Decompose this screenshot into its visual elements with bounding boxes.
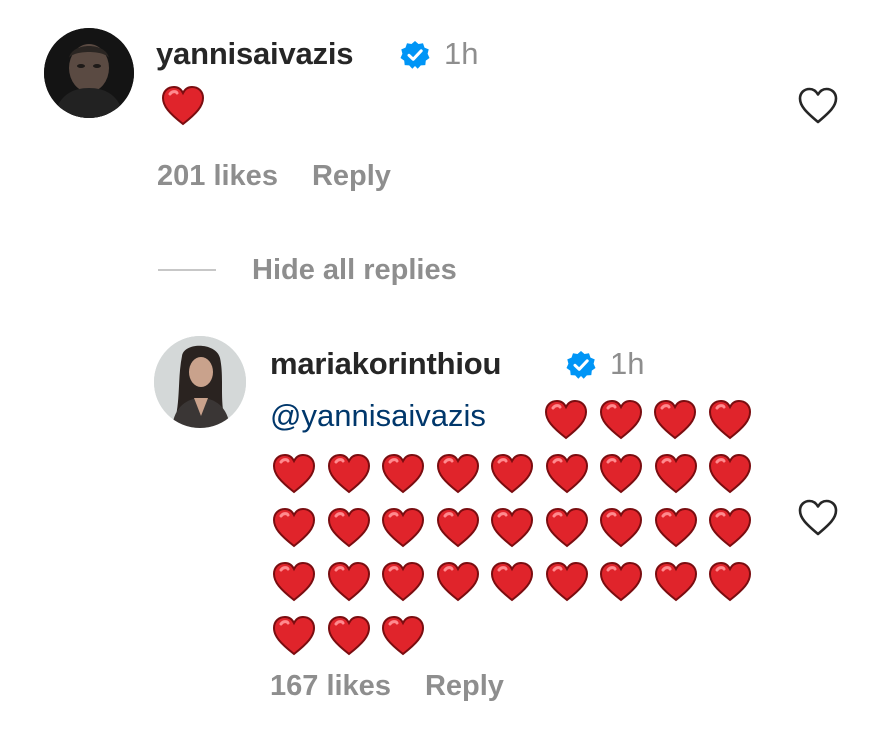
red-heart-emoji: [654, 508, 698, 548]
red-heart-emoji: [381, 454, 425, 494]
verified-badge-icon: [400, 40, 430, 70]
red-heart-emoji: [490, 508, 534, 548]
red-heart-emoji: [708, 562, 752, 602]
avatar-mariakorinthiou[interactable]: [154, 336, 246, 428]
like-comment-heart-icon[interactable]: [797, 86, 839, 126]
red-heart-emoji: [599, 454, 643, 494]
comment: yannisaivazis 1h 201 likes Reply: [0, 0, 880, 220]
red-heart-emoji: [327, 616, 371, 656]
red-heart-emoji: [161, 86, 205, 126]
reply-like-count[interactable]: 167 likes: [270, 670, 391, 702]
red-heart-emoji: [544, 400, 588, 440]
red-heart-emoji: [654, 454, 698, 494]
hide-replies-button[interactable]: Hide all replies: [158, 253, 457, 287]
red-heart-emoji: [654, 562, 698, 602]
hide-replies-line: [158, 269, 216, 271]
hide-replies-label: Hide all replies: [252, 253, 457, 286]
reply-reply-button[interactable]: Reply: [425, 670, 504, 702]
comment-meta: 201 likes Reply: [157, 160, 425, 193]
red-heart-emoji: [436, 454, 480, 494]
like-reply-heart-icon[interactable]: [797, 498, 839, 538]
comment-like-count[interactable]: 201 likes: [157, 160, 278, 192]
avatar-yannisaivazis[interactable]: [44, 28, 134, 118]
avatar-image: [154, 336, 246, 428]
red-heart-emoji: [490, 454, 534, 494]
red-heart-emoji: [272, 508, 316, 548]
red-heart-emoji: [327, 454, 371, 494]
reply-meta: 167 likes Reply: [270, 670, 538, 703]
red-heart-emoji: [599, 508, 643, 548]
red-heart-emoji: [545, 508, 589, 548]
red-heart-emoji: [272, 454, 316, 494]
red-heart-emoji: [436, 508, 480, 548]
reply-username[interactable]: mariakorinthiou: [270, 346, 501, 382]
comment-reply-button[interactable]: Reply: [312, 160, 391, 192]
red-heart-emoji: [653, 400, 697, 440]
red-heart-emoji: [381, 508, 425, 548]
red-heart-emoji: [327, 562, 371, 602]
red-heart-emoji: [599, 400, 643, 440]
verified-badge-icon: [566, 350, 596, 380]
red-heart-emoji: [381, 616, 425, 656]
red-heart-emoji: [708, 454, 752, 494]
avatar-image: [44, 28, 134, 118]
red-heart-emoji: [545, 562, 589, 602]
red-heart-emoji: [272, 562, 316, 602]
reply-comment: mariakorinthiou 1h @yannisaivazis 167 li…: [0, 320, 880, 720]
red-heart-emoji: [327, 508, 371, 548]
comment-username[interactable]: yannisaivazis: [156, 36, 353, 72]
reply-time: 1h: [610, 346, 645, 381]
reply-mention-link[interactable]: @yannisaivazis: [270, 398, 486, 434]
red-heart-emoji: [436, 562, 480, 602]
red-heart-emoji: [545, 454, 589, 494]
red-heart-emoji: [599, 562, 643, 602]
red-heart-emoji: [708, 508, 752, 548]
red-heart-emoji: [708, 400, 752, 440]
red-heart-emoji: [490, 562, 534, 602]
red-heart-emoji: [381, 562, 425, 602]
red-heart-emoji: [272, 616, 316, 656]
comment-time: 1h: [444, 36, 479, 71]
